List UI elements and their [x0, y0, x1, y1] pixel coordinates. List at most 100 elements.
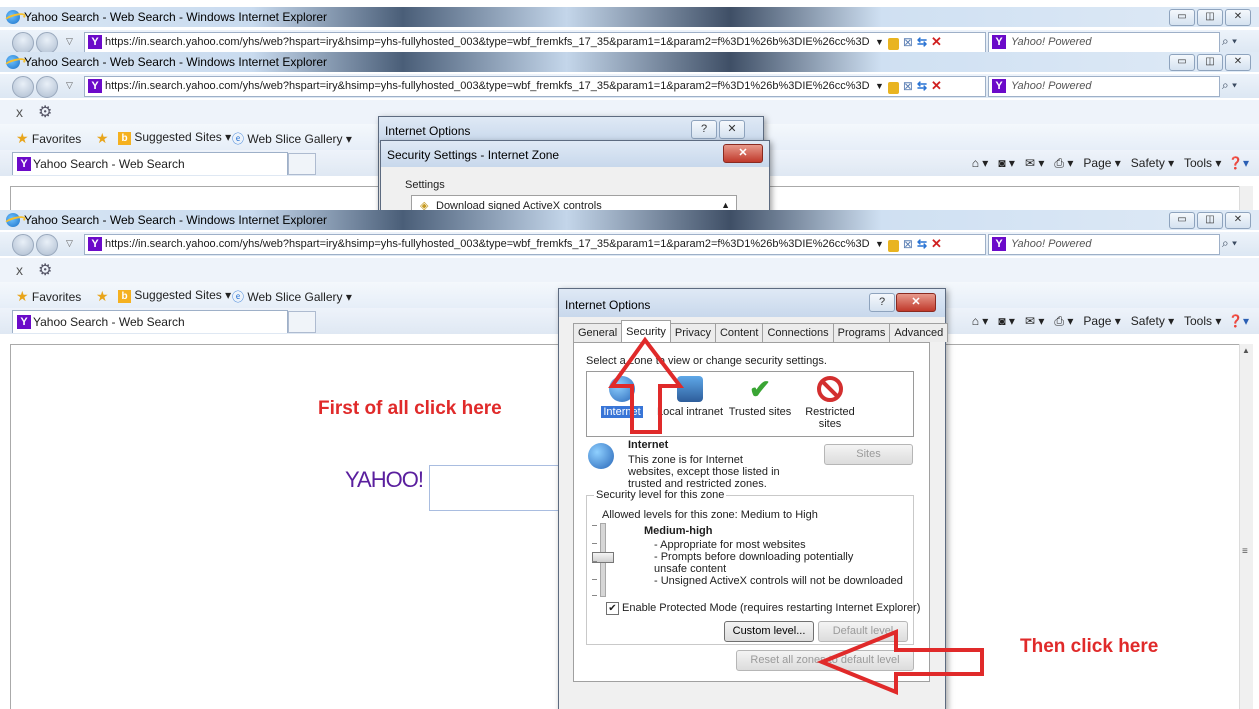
feeds-icon[interactable]: ◙ ▾	[998, 156, 1015, 170]
tab-content[interactable]: Content	[714, 323, 764, 342]
compat-view-icon[interactable]: ⊠	[903, 35, 913, 49]
search-box[interactable]: Y Yahoo! Powered	[988, 234, 1220, 255]
refresh-icon[interactable]: ⇆	[917, 79, 927, 93]
yahoo-search-input[interactable]	[429, 465, 571, 511]
new-tab-button[interactable]	[288, 311, 316, 333]
close-button[interactable]: ✕	[719, 120, 745, 139]
tab-programs[interactable]: Programs	[832, 323, 891, 342]
print-icon[interactable]: ⎙ ▾	[1054, 156, 1073, 170]
settings-gear-icon[interactable]: ⚙	[38, 260, 52, 280]
search-icon[interactable]: ⌕ ▾	[1222, 78, 1237, 93]
suggested-sites-link[interactable]: b Suggested Sites ▾	[118, 130, 231, 145]
tab-advanced[interactable]: Advanced	[889, 323, 949, 342]
close-button[interactable]: ✕	[896, 293, 936, 312]
tools-menu[interactable]: Tools ▾	[1184, 314, 1221, 328]
zone-internet[interactable]: Internet	[587, 376, 657, 418]
settings-gear-icon[interactable]: ⚙	[38, 102, 52, 122]
lock-icon[interactable]	[887, 240, 899, 252]
address-dropdown-icon[interactable]: ▼	[875, 81, 884, 91]
compat-view-icon[interactable]: ⊠	[903, 237, 913, 251]
custom-level-button[interactable]: Custom level...	[724, 621, 814, 642]
recent-pages-icon[interactable]: ▽	[66, 36, 73, 47]
maximize-button[interactable]: ◫	[1197, 212, 1223, 229]
suggested-sites-link[interactable]: b Suggested Sites ▾	[118, 288, 231, 303]
forward-button[interactable]	[36, 32, 58, 52]
stop-icon[interactable]: ✕	[931, 34, 942, 50]
address-bar[interactable]: Y https://in.search.yahoo.com/yhs/web?hs…	[84, 234, 986, 255]
close-window-button[interactable]: ✕	[1225, 212, 1251, 229]
print-icon[interactable]: ⎙ ▾	[1054, 314, 1073, 328]
safety-menu[interactable]: Safety ▾	[1131, 314, 1174, 328]
minimize-button[interactable]: ▭	[1169, 212, 1195, 229]
tools-menu[interactable]: Tools ▾	[1184, 156, 1221, 170]
stop-icon[interactable]: ✕	[931, 236, 942, 252]
refresh-icon[interactable]: ⇆	[917, 237, 927, 251]
minimize-button[interactable]: ▭	[1169, 9, 1195, 26]
back-button[interactable]	[12, 234, 34, 256]
feeds-icon[interactable]: ◙ ▾	[998, 314, 1015, 328]
back-button[interactable]	[12, 32, 34, 52]
search-box[interactable]: Y Yahoo! Powered	[988, 32, 1220, 52]
web-slice-gallery-link[interactable]: ⓔ Web Slice Gallery ▾	[232, 130, 352, 147]
add-favorites-icon[interactable]: ★	[96, 130, 109, 147]
close-button[interactable]: ✕	[723, 144, 763, 163]
stop-icon[interactable]: ✕	[931, 78, 942, 94]
scroll-up-icon[interactable]: ▲	[1242, 346, 1250, 355]
forward-button[interactable]	[36, 76, 58, 98]
protected-mode-checkbox[interactable]: ✔	[606, 602, 619, 615]
lock-icon[interactable]	[887, 38, 899, 50]
zone-local-intranet[interactable]: Local intranet	[655, 376, 725, 418]
reset-all-zones-button[interactable]: Reset all zones to default level	[736, 650, 914, 671]
recent-pages-icon[interactable]: ▽	[66, 238, 73, 249]
safety-menu[interactable]: Safety ▾	[1131, 156, 1174, 170]
search-box[interactable]: Y Yahoo! Powered	[988, 76, 1220, 97]
settings-list[interactable]: Download signed ActiveX controls ◈ ▲	[411, 195, 737, 210]
home-icon[interactable]: ⌂ ▾	[972, 314, 989, 328]
home-icon[interactable]: ⌂ ▾	[972, 156, 989, 170]
sites-button[interactable]: Sites	[824, 444, 913, 465]
page-menu[interactable]: Page ▾	[1083, 156, 1120, 170]
zone-trusted-sites[interactable]: ✔ Trusted sites	[725, 376, 795, 418]
address-bar[interactable]: Y https://in.search.yahoo.com/yhs/web?hs…	[84, 32, 986, 52]
browser-tab[interactable]: Y Yahoo Search - Web Search	[12, 310, 288, 333]
address-dropdown-icon[interactable]: ▼	[875, 239, 884, 249]
search-icon[interactable]: ⌕ ▾	[1222, 34, 1237, 49]
minimize-button[interactable]: ▭	[1169, 54, 1195, 71]
favorites-button[interactable]: ★ Favorites	[16, 130, 81, 147]
close-window-button[interactable]: ✕	[1225, 9, 1251, 26]
lock-icon[interactable]	[887, 82, 899, 94]
close-bar-button[interactable]: x	[16, 262, 23, 278]
tab-security[interactable]: Security	[621, 320, 671, 342]
mail-icon[interactable]: ✉ ▾	[1025, 156, 1044, 170]
refresh-icon[interactable]: ⇆	[917, 35, 927, 49]
close-window-button[interactable]: ✕	[1225, 54, 1251, 71]
address-dropdown-icon[interactable]: ▼	[875, 37, 884, 47]
scroll-grip-icon[interactable]: ≡	[1242, 546, 1248, 557]
compat-view-icon[interactable]: ⊠	[903, 79, 913, 93]
forward-button[interactable]	[36, 234, 58, 256]
scrollbar[interactable]	[1239, 186, 1253, 210]
maximize-button[interactable]: ◫	[1197, 9, 1223, 26]
browser-tab[interactable]: Y Yahoo Search - Web Search	[12, 152, 288, 175]
security-slider[interactable]	[592, 523, 614, 597]
help-button[interactable]: ?	[691, 120, 717, 139]
web-slice-gallery-link[interactable]: ⓔ Web Slice Gallery ▾	[232, 288, 352, 305]
tab-connections[interactable]: Connections	[762, 323, 834, 342]
mail-icon[interactable]: ✉ ▾	[1025, 314, 1044, 328]
recent-pages-icon[interactable]: ▽	[66, 80, 73, 91]
maximize-button[interactable]: ◫	[1197, 54, 1223, 71]
address-bar[interactable]: Y https://in.search.yahoo.com/yhs/web?hs…	[84, 76, 986, 97]
help-icon[interactable]: ❓▾	[1228, 314, 1249, 328]
scroll-up-icon[interactable]: ▲	[721, 200, 730, 210]
zone-restricted-sites[interactable]: Restricted sites	[795, 376, 865, 430]
scrollbar[interactable]: ▲ ≡	[1239, 344, 1253, 709]
default-level-button[interactable]: Default level	[818, 621, 908, 642]
page-menu[interactable]: Page ▾	[1083, 314, 1120, 328]
tab-general[interactable]: General	[573, 323, 623, 342]
back-button[interactable]	[12, 76, 34, 98]
favorites-button[interactable]: ★ Favorites	[16, 288, 81, 305]
close-bar-button[interactable]: x	[16, 104, 23, 120]
search-icon[interactable]: ⌕ ▾	[1222, 236, 1237, 251]
help-icon[interactable]: ❓▾	[1228, 156, 1249, 170]
help-button[interactable]: ?	[869, 293, 895, 312]
